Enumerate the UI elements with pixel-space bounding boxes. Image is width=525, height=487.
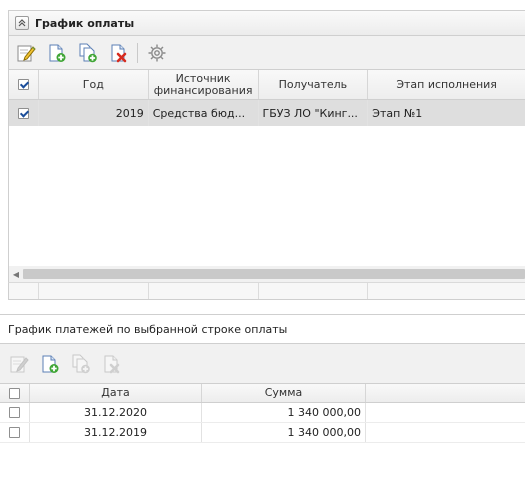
delete-icon <box>104 355 120 373</box>
row-select-cell[interactable] <box>0 423 30 442</box>
edit-button[interactable] <box>8 353 30 375</box>
row-select-cell[interactable] <box>9 100 39 126</box>
column-header-recipient[interactable]: Получатель <box>259 70 369 99</box>
grid-empty-area <box>8 126 525 266</box>
chevron-up-icon <box>18 19 26 27</box>
copy-button[interactable] <box>70 353 92 375</box>
cell-amount: 1 340 000,00 <box>202 423 366 442</box>
row-checkbox[interactable] <box>9 407 20 418</box>
toolbar-separator <box>137 42 138 63</box>
row-select-cell[interactable] <box>0 403 30 422</box>
summary-cell <box>39 283 149 299</box>
delete-button[interactable] <box>101 353 123 375</box>
copy-icon <box>79 43 97 62</box>
add-button[interactable] <box>46 42 68 64</box>
add-icon <box>49 44 66 62</box>
delete-icon <box>111 44 127 62</box>
payments-panel-title: График платежей по выбранной строке опла… <box>0 314 525 344</box>
panel-title: График оплаты <box>35 16 135 30</box>
payment-schedule-grid-header: Год Источник финансирования Получатель Э… <box>8 70 525 100</box>
payment-schedule-header: График оплаты <box>8 10 525 36</box>
summary-cell <box>259 283 369 299</box>
add-button[interactable] <box>39 353 61 375</box>
payments-grid-header: Дата Сумма <box>0 384 525 403</box>
payment-schedule-toolbar <box>8 36 525 70</box>
column-header-empty <box>366 384 525 402</box>
cell-stage: Этап №1 <box>372 106 423 120</box>
column-header-amount[interactable]: Сумма <box>202 384 366 402</box>
settings-icon <box>148 44 166 61</box>
column-header-stage[interactable]: Этап исполнения <box>368 70 525 99</box>
summary-cell <box>368 283 525 299</box>
row-checkbox[interactable] <box>17 107 29 119</box>
table-row[interactable]: 31.12.2020 1 340 000,00 <box>0 403 525 423</box>
summary-row <box>8 282 525 300</box>
cell-recipient: ГБУЗ ЛО "Кинг... <box>259 100 369 126</box>
cell-empty <box>366 423 525 442</box>
edit-button[interactable] <box>15 42 37 64</box>
select-all-checkbox[interactable] <box>9 387 20 399</box>
column-header-source[interactable]: Источник финансирования <box>149 70 259 99</box>
edit-icon <box>10 356 29 372</box>
panel-title: График платежей по выбранной строке опла… <box>8 322 288 336</box>
table-row[interactable]: 2019 Средства бюд... ГБУЗ ЛО "Кинг... Эт… <box>8 100 525 126</box>
cell-date: 31.12.2019 <box>30 423 202 442</box>
horizontal-scrollbar[interactable]: ◀ <box>8 266 525 282</box>
row-checkbox[interactable] <box>9 427 20 438</box>
table-row[interactable]: 31.12.2019 1 340 000,00 <box>0 423 525 443</box>
payments-toolbar <box>0 344 525 384</box>
cell-amount: 1 340 000,00 <box>202 403 366 422</box>
edit-icon <box>17 45 36 61</box>
cell-date: 31.12.2020 <box>30 403 202 422</box>
column-header-year[interactable]: Год <box>39 70 149 99</box>
select-all-cell[interactable] <box>9 70 39 99</box>
summary-cell <box>149 283 259 299</box>
cell-empty <box>366 403 525 422</box>
cell-year: 2019 <box>39 100 149 126</box>
copy-icon <box>72 354 90 373</box>
add-icon <box>42 355 59 373</box>
select-all-checkbox[interactable] <box>17 79 29 90</box>
settings-button[interactable] <box>146 42 168 64</box>
select-all-cell[interactable] <box>0 384 30 402</box>
delete-button[interactable] <box>108 42 130 64</box>
scroll-left-icon[interactable]: ◀ <box>9 270 23 279</box>
summary-cell <box>9 283 39 299</box>
scroll-thumb[interactable] <box>23 269 525 279</box>
copy-button[interactable] <box>77 42 99 64</box>
cell-source: Средства бюд... <box>149 100 259 126</box>
column-header-date[interactable]: Дата <box>30 384 202 402</box>
collapse-button[interactable] <box>15 16 29 30</box>
